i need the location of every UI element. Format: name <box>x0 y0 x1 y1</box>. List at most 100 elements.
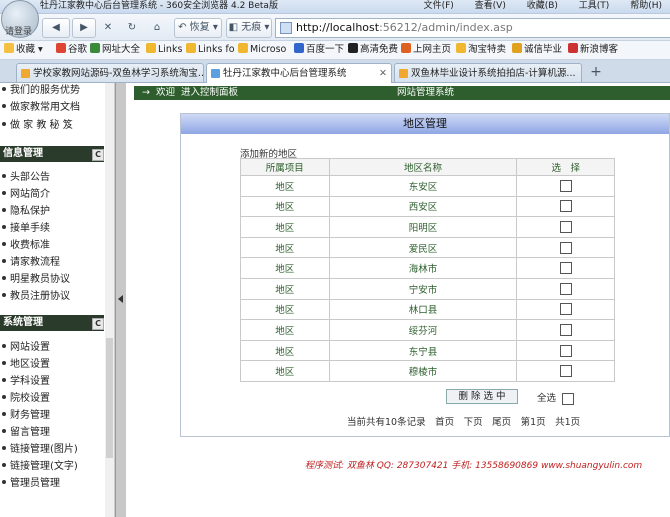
sidebar-item-site-settings[interactable]: 网站设置 <box>0 341 50 355</box>
tab-graduation-design[interactable]: 双鱼林毕业设计系统拍拍店-计算机源... <box>394 63 582 82</box>
bookmark-baidu[interactable]: 百度一下 <box>294 41 344 59</box>
bookmark-graduation[interactable]: 诚信毕业 <box>512 41 562 59</box>
sidebar-item-text-links[interactable]: 链接管理(文字) <box>0 460 78 474</box>
sidebar-item-service-advantages[interactable]: 我们的服务优势 <box>0 84 80 98</box>
bullet-icon <box>2 344 6 348</box>
cell-select <box>516 257 615 279</box>
sidebar-item-subject-settings[interactable]: 学科设置 <box>0 375 50 389</box>
close-icon[interactable]: ✕ <box>379 64 387 83</box>
column-header-region-name: 地区名称 <box>328 158 518 176</box>
bookmark-hd-free[interactable]: 高清免费 <box>348 41 398 59</box>
system-name: 网站管理系统 <box>397 87 455 98</box>
baidu-icon <box>294 43 304 53</box>
restore-button[interactable]: ↶ 恢复 ▾ <box>174 18 222 38</box>
restore-label: 恢复 <box>189 22 210 33</box>
cell-project: 地区 <box>240 298 330 321</box>
bookmark-sina-blog[interactable]: 新浪博客 <box>568 41 618 59</box>
no-trace-button[interactable]: ◧ 无痕 ▾ <box>226 18 272 38</box>
sidebar-item-admin-management[interactable]: 管理员管理 <box>0 477 60 491</box>
sidebar-item-label: 财务管理 <box>10 410 50 421</box>
sidebar-item-region-settings[interactable]: 地区设置 <box>0 358 50 372</box>
forward-arrow-icon[interactable]: ▶ <box>72 18 96 38</box>
bookmark-taobao[interactable]: 淘宝特卖 <box>456 41 506 59</box>
sidebar: 我们的服务优势 做家教常用文档 做 家 教 秘 笈 信息管理 C 头部公告 网站… <box>0 83 115 517</box>
sidebar-item-label: 隐私保护 <box>10 206 50 217</box>
delete-selected-button[interactable]: 删 除 选 中 <box>446 389 518 404</box>
window-title: 牡丹江家教中心后台管理系统 - 360安全浏览器 4.2 Beta版 <box>40 1 278 11</box>
bookmark-homepage[interactable]: 上网主页 <box>401 41 451 59</box>
row-checkbox[interactable] <box>559 262 572 275</box>
refresh-icon[interactable]: ↻ <box>122 18 142 38</box>
row-checkbox[interactable] <box>559 303 572 316</box>
bullet-icon <box>2 276 6 280</box>
menu-view[interactable]: 查看(V) <box>475 1 506 11</box>
cell-select <box>516 277 615 300</box>
collapse-icon[interactable]: C <box>92 149 104 161</box>
menu-favorites[interactable]: 收藏(B) <box>527 1 558 11</box>
section-info-management[interactable]: 信息管理 C <box>0 146 104 162</box>
enter-control-panel-link[interactable]: 进入控制面板 <box>181 86 238 100</box>
tab-source-code[interactable]: 学校家教网站源码-双鱼林学习系统淘宝... <box>16 63 204 82</box>
region-management-panel: 地区管理 添加新的地区 所属项目 地区名称 选 择 地区 东安区 地区 西安区 地区… <box>180 113 670 437</box>
bookmark-label: Links <box>158 44 183 55</box>
row-checkbox[interactable] <box>559 282 572 295</box>
row-checkbox[interactable] <box>559 200 572 213</box>
row-checkbox[interactable] <box>559 220 572 233</box>
sidebar-item-fee-standard[interactable]: 收费标准 <box>0 239 50 253</box>
row-checkbox[interactable] <box>559 344 572 357</box>
page-icon <box>211 69 220 78</box>
user-login-avatar[interactable]: 请登录 <box>1 0 39 38</box>
new-tab-button[interactable]: + <box>586 63 606 81</box>
sidebar-item-messages[interactable]: 留言管理 <box>0 426 50 440</box>
sidebar-item-tutor-process[interactable]: 请家教流程 <box>0 256 60 270</box>
sidebar-item-tutor-tips[interactable]: 做 家 教 秘 笈 <box>0 119 73 133</box>
row-checkbox[interactable] <box>559 323 572 336</box>
menu-help[interactable]: 帮助(H) <box>630 1 662 11</box>
site-icon <box>90 43 100 53</box>
sidebar-item-image-links[interactable]: 链接管理(图片) <box>0 443 78 457</box>
back-arrow-icon[interactable]: ◀ <box>42 18 70 38</box>
menu-tools[interactable]: 工具(T) <box>579 1 610 11</box>
cell-region-name: 海林市 <box>328 257 518 279</box>
bookmark-google[interactable]: 谷歌 <box>56 41 87 59</box>
collapse-icon[interactable]: C <box>92 318 104 330</box>
tab-admin-system[interactable]: 牡丹江家教中心后台管理系统 ✕ <box>206 63 392 83</box>
sidebar-item-header-notice[interactable]: 头部公告 <box>0 171 50 185</box>
bookmark-label: 网址大全 <box>102 44 141 55</box>
sidebar-item-site-intro[interactable]: 网站简介 <box>0 188 50 202</box>
cell-region-name: 宁安市 <box>328 277 518 300</box>
page-icon <box>21 69 30 78</box>
column-header-select: 选 择 <box>516 158 615 176</box>
home-icon[interactable]: ⌂ <box>147 18 167 38</box>
section-system-management[interactable]: 系统管理 C <box>0 315 104 331</box>
sidebar-item-common-docs[interactable]: 做家教常用文档 <box>0 101 80 115</box>
bullet-icon <box>2 122 6 126</box>
row-checkbox[interactable] <box>559 179 572 192</box>
select-all-checkbox[interactable] <box>562 392 575 405</box>
tab-label: 学校家教网站源码-双鱼林学习系统淘宝... <box>33 68 204 79</box>
graduation-icon <box>512 43 522 53</box>
sidebar-toggle[interactable] <box>115 83 126 517</box>
close-icon[interactable]: ✕ <box>98 18 118 38</box>
bookmark-microsoft[interactable]: Microso <box>238 41 286 59</box>
menu-file[interactable]: 文件(F) <box>424 1 454 11</box>
row-checkbox[interactable] <box>559 241 572 254</box>
scrollbar-thumb[interactable] <box>106 338 113 458</box>
bullet-icon <box>2 293 6 297</box>
sidebar-item-register-agreement[interactable]: 教员注册协议 <box>0 290 70 304</box>
sidebar-scrollbar[interactable] <box>105 83 114 517</box>
folder-icon <box>238 43 248 53</box>
sidebar-item-order-procedure[interactable]: 接单手续 <box>0 222 50 236</box>
sidebar-item-school-settings[interactable]: 院校设置 <box>0 392 50 406</box>
address-path: :56212/admin/index.asp <box>379 21 513 34</box>
bookmark-links-fo[interactable]: Links fo <box>186 41 235 59</box>
sidebar-item-privacy[interactable]: 隐私保护 <box>0 205 50 219</box>
address-bar[interactable]: http://localhost:56212/admin/index.asp <box>275 18 670 38</box>
bookmark-site-directory[interactable]: 网址大全 <box>90 41 140 59</box>
bookmark-links[interactable]: Links <box>146 41 182 59</box>
row-checkbox[interactable] <box>559 365 572 378</box>
cell-region-name: 爱民区 <box>328 236 518 259</box>
sidebar-item-star-agreement[interactable]: 明星教员协议 <box>0 273 70 287</box>
sidebar-item-finance[interactable]: 财务管理 <box>0 409 50 423</box>
bookmark-favorites[interactable]: 收藏 ▾ <box>4 41 43 59</box>
